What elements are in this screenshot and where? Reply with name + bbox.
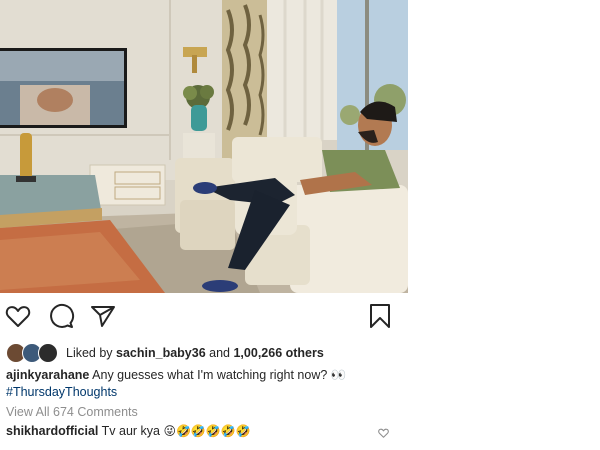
likes-text: Liked by sachin_baby36 and 1,00,266 othe… xyxy=(66,346,324,360)
caption-username[interactable]: ajinkyarahane xyxy=(6,368,89,382)
comment-emojis: 😜🤣🤣🤣🤣🤣 xyxy=(163,424,251,438)
post-photo[interactable] xyxy=(0,0,408,293)
likes-summary[interactable]: Liked by sachin_baby36 and 1,00,266 othe… xyxy=(6,340,406,366)
comment-username[interactable]: shikhardofficial xyxy=(6,424,98,438)
speech-bubble-icon[interactable] xyxy=(47,302,75,330)
post-action-bar xyxy=(0,293,408,338)
caption-text: Any guesses what I'm watching right now?… xyxy=(89,368,347,382)
comment-row: shikhardofficial Tv aur kya 😜🤣🤣🤣🤣🤣 xyxy=(6,424,251,438)
likes-middle: and xyxy=(205,346,234,360)
avatar xyxy=(38,343,58,363)
paper-plane-icon[interactable] xyxy=(89,302,117,330)
view-all-comments-link[interactable]: View All 674 Comments xyxy=(6,405,138,419)
post-caption: ajinkyarahane Any guesses what I'm watch… xyxy=(6,367,406,401)
likes-prefix: Liked by xyxy=(66,346,117,360)
liker-username[interactable]: sachin_baby36 xyxy=(116,346,206,360)
bookmark-icon[interactable] xyxy=(366,302,394,330)
living-room-image xyxy=(0,0,408,293)
likes-count[interactable]: 1,00,266 others xyxy=(233,346,323,360)
comment-like-heart-icon[interactable] xyxy=(377,427,390,439)
comment-text: Tv aur kya xyxy=(98,424,164,438)
liker-avatars xyxy=(6,342,60,364)
heart-outline-icon[interactable] xyxy=(4,302,32,330)
caption-hashtag[interactable]: #ThursdayThoughts xyxy=(6,384,406,401)
